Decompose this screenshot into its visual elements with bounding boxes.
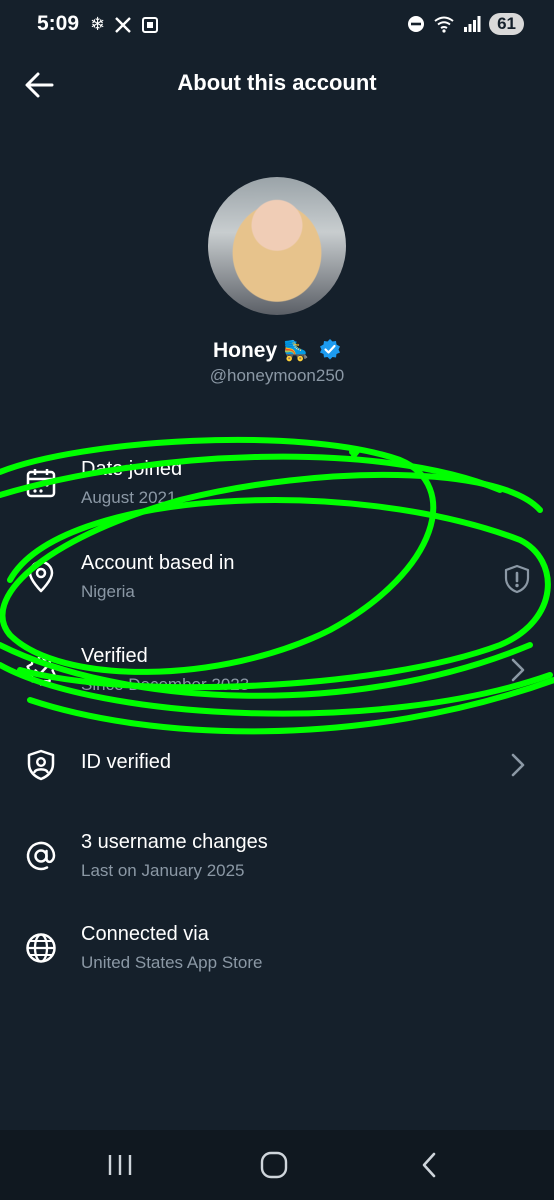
- profile-name: Honey 🛼: [212, 339, 310, 362]
- wifi-icon: [434, 16, 454, 33]
- date-joined-value: August 2021: [81, 488, 177, 507]
- connected-via-label: Connected via: [81, 923, 209, 945]
- avatar: [208, 177, 346, 315]
- top-app-bar: About this account: [0, 60, 554, 110]
- location-pin-icon: [28, 560, 54, 593]
- connected-via-value: United States App Store: [81, 953, 263, 972]
- globe-icon: [26, 933, 56, 963]
- id-shield-icon: [27, 749, 55, 781]
- dnd-icon: [408, 16, 425, 32]
- home-icon[interactable]: [254, 1150, 294, 1180]
- snowflake-icon: ❄: [90, 14, 106, 34]
- status-bar: 5:09 ❄ 61: [0, 0, 554, 50]
- status-icons-right: 61: [407, 13, 524, 35]
- verified-row[interactable]: Verified Since December 2023: [0, 645, 554, 715]
- chevron-right-icon: [511, 658, 525, 682]
- username-changes-label: 3 username changes: [81, 831, 268, 853]
- battery-indicator: 61: [489, 13, 524, 35]
- date-joined-label: Date joined: [81, 458, 183, 480]
- at-sign-icon: [26, 841, 56, 871]
- status-icons-left: ❄: [90, 14, 159, 35]
- status-time: 5:09: [37, 12, 80, 35]
- recent-apps-icon[interactable]: [100, 1150, 140, 1180]
- account-based-in-label: Account based in: [81, 552, 235, 574]
- calendar-icon: [26, 469, 56, 498]
- verified-badge-icon: [26, 654, 56, 686]
- signal-icon: [464, 16, 481, 32]
- profile-name-row: Honey 🛼: [0, 338, 554, 363]
- username-changes-row: 3 username changes Last on January 2025: [0, 831, 554, 901]
- connected-via-row: Connected via United States App Store: [0, 923, 554, 993]
- id-verified-row[interactable]: ID verified: [0, 749, 554, 821]
- back-nav-icon[interactable]: [410, 1150, 450, 1180]
- system-nav-bar: [0, 1130, 554, 1200]
- verified-value: Since December 2023: [81, 675, 250, 694]
- account-based-in-row: Account based in Nigeria: [0, 552, 554, 622]
- date-joined-row: Date joined August 2021: [0, 458, 554, 528]
- account-based-in-value: Nigeria: [81, 582, 135, 601]
- username-changes-value: Last on January 2025: [81, 861, 245, 880]
- id-verified-label: ID verified: [81, 751, 172, 773]
- chevron-right-icon: [511, 753, 525, 777]
- screenshot-icon: [142, 16, 159, 33]
- about-account-screen: 5:09 ❄ 61 About this account Honey 🛼 @ho…: [0, 0, 554, 1200]
- page-title: About this account: [177, 70, 377, 95]
- verified-badge-icon: [320, 339, 340, 360]
- shield-alert-icon[interactable]: [502, 564, 532, 594]
- verified-label: Verified: [81, 645, 148, 667]
- x-logo-icon: [115, 16, 131, 33]
- profile-handle: @honeymoon250: [209, 366, 345, 385]
